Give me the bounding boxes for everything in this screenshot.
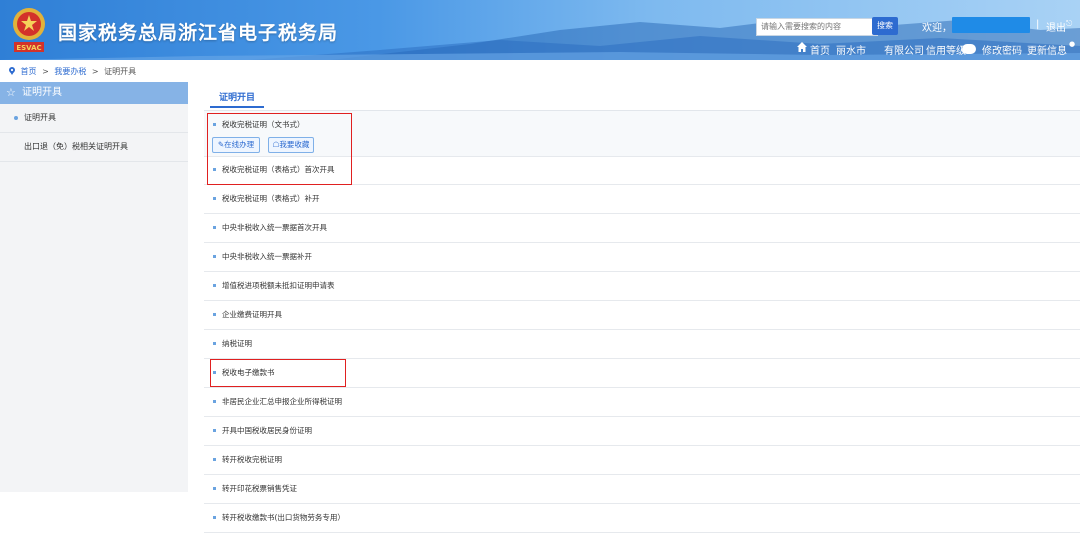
home-icon[interactable] — [796, 41, 808, 53]
list-item[interactable]: 税收电子缴款书 — [204, 359, 1080, 388]
list-item-label: 税收完税证明（表格式）首次开具 — [222, 165, 335, 174]
tab-certificate[interactable]: 证明开目 — [219, 90, 255, 103]
logout-label: 退出 — [1046, 23, 1066, 34]
logout-icon: ⎋ — [1066, 19, 1073, 28]
site-title: 国家税务总局浙江省电子税务局 — [58, 22, 339, 44]
list-item[interactable]: 转开税收缴款书(出口货物劳务专用） — [204, 504, 1080, 533]
sidebar: ☆ 证明开具 证明开具 出口退（免）税相关证明开具 — [0, 82, 188, 492]
bullet-icon — [213, 197, 216, 200]
list-item[interactable]: 开具中国税收居民身份证明 — [204, 417, 1080, 446]
star-icon: ☆ — [6, 86, 16, 99]
bullet-icon — [213, 516, 216, 519]
list-item[interactable]: 税收完税证明（文书式） ✎在线办理 ☖我要收藏 — [204, 111, 1080, 157]
favorite-button[interactable]: ☖我要收藏 — [268, 137, 314, 153]
company-name: 有限公司 — [884, 46, 924, 57]
list-item-label: 中央非税收入统一票据首次开具 — [222, 223, 327, 232]
list-item-label: 纳税证明 — [222, 339, 252, 348]
list-item[interactable]: 非居民企业汇总申报企业所得税证明 — [204, 388, 1080, 417]
bullet-icon — [213, 429, 216, 432]
list-item[interactable]: 企业缴费证明开具 — [204, 301, 1080, 330]
list-item-label: 开具中国税收居民身份证明 — [222, 426, 312, 435]
list-item[interactable]: 税收完税证明（表格式）首次开具 — [204, 156, 1080, 185]
logout-link[interactable]: 退出⎋ — [1046, 19, 1072, 34]
list-item-label: 转开印花税票销售凭证 — [222, 484, 297, 493]
bullet-icon — [213, 458, 216, 461]
site-header: ESVAC 国家税务总局浙江省电子税务局 搜索 欢迎， | 退出⎋ 首页 丽水市… — [0, 0, 1080, 60]
bullet-icon — [213, 342, 216, 345]
update-info-link[interactable]: 更新信息 — [1027, 42, 1067, 57]
list-item-label: 税收电子缴款书 — [222, 368, 275, 377]
bullet-icon — [213, 123, 216, 126]
list-item-label: 转开税收完税证明 — [222, 455, 282, 464]
bullet-icon — [213, 487, 216, 490]
list-item[interactable]: 纳税证明 — [204, 330, 1080, 359]
list-item-label: 非居民企业汇总申报企业所得税证明 — [222, 397, 342, 406]
location-pin-icon — [9, 67, 15, 75]
tab-underline — [210, 106, 264, 108]
list-item-label: 中央非税收入统一票据补开 — [222, 252, 312, 261]
emblem-text: ESVAC — [16, 44, 41, 52]
list-item-label: 转开税收缴款书(出口货物劳务专用） — [222, 513, 345, 522]
bullet-icon — [213, 284, 216, 287]
header-separator: | — [1036, 19, 1040, 30]
list-item-label: 税收完税证明（文书式） — [222, 120, 305, 129]
breadcrumb-home[interactable]: 首页 — [21, 67, 37, 76]
sidebar-item-certificate[interactable]: 证明开具 — [0, 104, 188, 133]
bullet-icon — [213, 255, 216, 258]
change-password-link[interactable]: 修改密码 — [982, 42, 1022, 57]
masked-username — [952, 17, 1030, 33]
online-handle-button[interactable]: ✎在线办理 — [212, 137, 260, 153]
list-item[interactable]: 增值税进项税额未抵扣证明申请表 — [204, 272, 1080, 301]
breadcrumb-tax[interactable]: 我要办税 — [54, 67, 86, 76]
bullet-icon — [213, 168, 216, 171]
sidebar-heading[interactable]: ☆ 证明开具 — [0, 82, 188, 104]
breadcrumb: 首页 > 我要办税 > 证明开具 — [8, 66, 136, 77]
bullet-icon — [213, 313, 216, 316]
sidebar-item-label: 出口退（免）税相关证明开具 — [24, 142, 128, 151]
sidebar-heading-label: 证明开具 — [22, 87, 62, 98]
home-link[interactable]: 首页 — [810, 42, 830, 57]
city-link[interactable]: 丽水市 — [836, 42, 866, 57]
credit-toggle[interactable] — [962, 44, 976, 54]
list-item-label: 企业缴费证明开具 — [222, 310, 282, 319]
sidebar-item-export-refund[interactable]: 出口退（免）税相关证明开具 — [0, 133, 188, 162]
list-item[interactable]: 转开印花税票销售凭证 — [204, 475, 1080, 504]
list-item-label: 税收完税证明（表格式）补开 — [222, 194, 320, 203]
welcome-text: 欢迎， — [922, 23, 952, 34]
tax-emblem-icon: ESVAC — [13, 8, 45, 52]
list-item[interactable]: 转开税收完税证明 — [204, 446, 1080, 475]
list-item[interactable]: 税收完税证明（表格式）补开 — [204, 185, 1080, 214]
search-input[interactable] — [756, 18, 878, 36]
list-item[interactable]: 中央非税收入统一票据补开 — [204, 243, 1080, 272]
breadcrumb-current: 证明开具 — [104, 67, 137, 76]
breadcrumb-sep: > — [91, 67, 99, 76]
info-icon: ● — [1069, 40, 1076, 48]
breadcrumb-sep: > — [42, 67, 49, 76]
online-handle-label: 在线办理 — [224, 140, 255, 149]
bullet-icon — [213, 371, 216, 374]
sidebar-item-label: 证明开具 — [24, 113, 56, 122]
list-item[interactable]: 中央非税收入统一票据首次开具 — [204, 214, 1080, 243]
bullet-icon — [213, 226, 216, 229]
credit-level[interactable]: 信用等级 — [926, 42, 966, 57]
search-button[interactable]: 搜索 — [872, 17, 898, 35]
bullet-icon — [213, 400, 216, 403]
favorite-label: 我要收藏 — [279, 140, 310, 149]
list-item-label: 增值税进项税额未抵扣证明申请表 — [222, 281, 335, 290]
bullet-icon — [14, 116, 18, 120]
